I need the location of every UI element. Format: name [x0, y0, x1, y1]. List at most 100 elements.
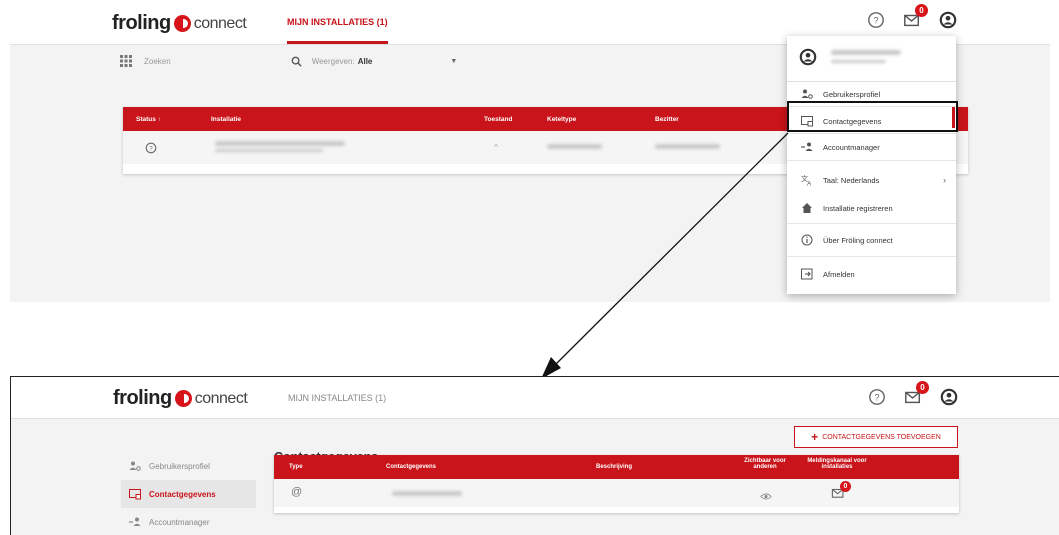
menu-divider — [787, 133, 956, 134]
menu-item-about[interactable]: Über Fröling connect — [787, 230, 956, 250]
notification-channel-mail-icon[interactable]: 0 — [831, 481, 851, 505]
logo-text: froling — [113, 387, 172, 409]
mail-badge: 0 — [915, 4, 928, 17]
user-email-redacted — [831, 60, 886, 63]
active-indicator — [952, 107, 955, 128]
tab-my-installations[interactable]: MIJN INSTALLATIES (1) — [287, 17, 388, 44]
user-settings-icon — [801, 88, 813, 100]
tab-my-installations[interactable]: MIJN INSTALLATIES (1) — [288, 393, 386, 403]
top-bar: froling connect MIJN INSTALLATIES (1) ? … — [11, 377, 1059, 419]
froling-logo[interactable]: froling connect — [112, 12, 247, 35]
account-menu: Gebruikersprofiel Contactgegevens Accoun… — [787, 36, 956, 294]
menu-item-label: Installatie registreren — [823, 203, 893, 213]
menu-item-language[interactable]: 文A Taal: Nederlands › — [787, 170, 956, 190]
col-description[interactable]: Beschrijving — [596, 464, 632, 470]
filter-toolbar: Zoeken Weergeven: Alle ▼ — [120, 50, 850, 72]
account-circle-icon — [799, 48, 817, 71]
menu-divider — [787, 223, 956, 224]
col-state[interactable]: Toestand — [484, 116, 512, 123]
menu-user-header — [787, 36, 956, 82]
menu-item-account-manager[interactable]: Accountmanager — [787, 137, 956, 157]
table-row[interactable]: @ 0 — [274, 479, 959, 507]
sidebar-item-label: Contactgegevens — [149, 489, 216, 499]
search-icon[interactable] — [291, 56, 302, 67]
add-contact-button[interactable]: + CONTACTGEGEVENS TOEVOEGEN — [794, 426, 958, 448]
sidebar-item-contact-details[interactable]: Contactgegevens — [121, 480, 256, 508]
help-circle-icon[interactable]: ? — [867, 11, 885, 29]
at-sign-icon: @ — [291, 486, 303, 498]
logo-connect-text: connect — [194, 389, 248, 407]
menu-divider — [787, 160, 956, 161]
account-circle-icon[interactable] — [939, 11, 957, 29]
menu-item-label: Gebruikersprofiel — [823, 89, 881, 99]
sidebar-item-account-manager[interactable]: Accountmanager — [121, 508, 256, 535]
logout-icon — [801, 268, 813, 280]
user-settings-icon — [129, 460, 141, 472]
help-circle-icon[interactable]: ? — [868, 388, 886, 406]
state-icon: ^ — [494, 142, 499, 152]
installation-address-redacted — [215, 149, 323, 152]
user-name-redacted — [831, 50, 901, 55]
col-visible-to-others[interactable]: Zichtbaar voor anderen — [742, 458, 788, 470]
sidebar-item-user-profile[interactable]: Gebruikersprofiel — [121, 452, 256, 480]
contact-value-redacted — [392, 491, 462, 496]
view-filter[interactable]: Weergeven: Alle — [312, 57, 373, 66]
logo-connect-text: connect — [193, 14, 247, 32]
menu-item-label: Accountmanager — [823, 142, 880, 152]
svg-text:A: A — [807, 181, 812, 187]
logo-flame-icon — [173, 15, 191, 32]
installation-name-redacted — [215, 141, 345, 146]
mail-icon[interactable]: 0 — [903, 4, 928, 29]
home-icon — [801, 202, 813, 214]
col-status[interactable]: Status ↑ — [136, 116, 161, 123]
contact-table: Type Contactgegevens Beschrijving Zichtb… — [274, 455, 959, 513]
col-installation[interactable]: Installatie — [211, 116, 241, 123]
mail-icon[interactable]: 0 — [904, 381, 929, 406]
sidebar-item-label: Gebruikersprofiel — [149, 461, 210, 471]
top-icons: ? 0 — [867, 4, 957, 29]
channel-badge: 0 — [840, 481, 851, 492]
boiler-type-redacted — [547, 144, 602, 149]
view-filter-label: Weergeven: — [311, 56, 355, 66]
col-owner[interactable]: Bezitter — [655, 116, 679, 123]
contact-card-icon — [129, 488, 141, 500]
svg-text:?: ? — [149, 146, 153, 152]
settings-sidebar: Gebruikersprofiel Contactgegevens Accoun… — [121, 452, 256, 535]
col-notification-channel[interactable]: Meldingskanaal voor installaties — [802, 458, 872, 470]
grid-icon[interactable] — [120, 55, 132, 67]
menu-item-register-installation[interactable]: Installatie registreren — [787, 198, 956, 218]
account-manager-icon — [801, 141, 813, 153]
account-circle-icon[interactable] — [940, 388, 958, 406]
view-filter-value: Alle — [357, 56, 373, 66]
top-icons: ? 0 — [868, 381, 958, 406]
account-manager-icon — [129, 516, 141, 528]
add-contact-label: CONTACTGEGEVENS TOEVOEGEN — [822, 433, 941, 441]
menu-item-logout[interactable]: Afmelden — [787, 264, 956, 284]
owner-redacted — [655, 144, 720, 149]
info-icon — [801, 234, 813, 246]
contact-details-screen: froling connect MIJN INSTALLATIES (1) ? … — [10, 376, 1059, 535]
sidebar-item-label: Accountmanager — [149, 517, 210, 527]
chevron-right-icon: › — [943, 175, 946, 185]
logo-text: froling — [112, 12, 171, 34]
menu-item-label: Afmelden — [823, 269, 855, 279]
menu-item-label: Taal: Nederlands — [823, 175, 880, 185]
plus-icon: + — [811, 430, 819, 444]
table-header: Type Contactgegevens Beschrijving Zichtb… — [274, 455, 959, 479]
svg-text:?: ? — [873, 16, 878, 26]
menu-divider — [787, 256, 956, 257]
chevron-down-icon[interactable]: ▼ — [450, 58, 457, 65]
menu-item-label: Über Fröling connect — [823, 235, 893, 245]
froling-logo[interactable]: froling connect — [113, 387, 248, 410]
svg-text:?: ? — [874, 393, 879, 403]
mail-badge: 0 — [916, 381, 929, 394]
col-contact[interactable]: Contactgegevens — [386, 464, 436, 470]
eye-icon[interactable] — [760, 488, 772, 506]
contact-details-highlight-box — [787, 101, 958, 132]
help-circle-icon: ? — [145, 141, 157, 159]
col-type[interactable]: Type — [289, 464, 303, 470]
col-boiler-type[interactable]: Keteltype — [547, 116, 576, 123]
logo-flame-icon — [174, 390, 192, 407]
translate-icon: 文A — [801, 174, 813, 188]
search-input[interactable]: Zoeken — [144, 57, 171, 66]
